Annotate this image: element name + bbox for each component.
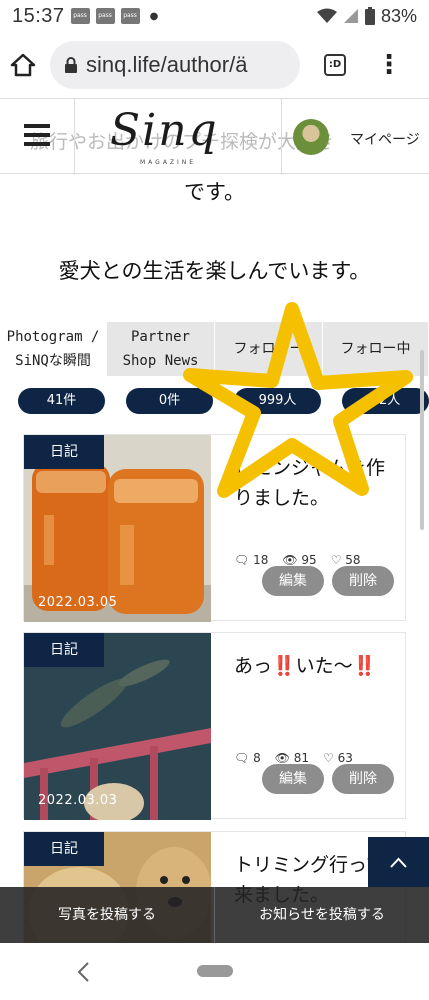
more-notifications-dot-icon: ● bbox=[149, 10, 159, 22]
page-scrollbar[interactable] bbox=[420, 350, 424, 530]
status-bar: 15:37 pass pass pass ● 83% bbox=[0, 0, 429, 32]
edit-button[interactable]: 編集 bbox=[262, 566, 324, 596]
mypage-link[interactable]: マイページ bbox=[350, 129, 420, 149]
delete-button[interactable]: 削除 bbox=[332, 764, 394, 794]
lock-icon bbox=[65, 57, 77, 73]
site-header: 旅行やお出かけのプチ探検が大好き Sinq MAGAZINE マイページ bbox=[0, 98, 429, 175]
system-nav-bar bbox=[0, 943, 429, 1000]
view-count: 81 bbox=[293, 751, 310, 765]
back-icon[interactable] bbox=[76, 961, 92, 983]
home-icon[interactable] bbox=[10, 53, 36, 77]
post-category-badge: 日記 bbox=[24, 832, 104, 866]
status-time: 15:37 bbox=[12, 4, 65, 27]
comment-icon: 🗨 bbox=[234, 751, 250, 765]
profile-text-line1: です。 bbox=[184, 180, 245, 204]
tab-label: SiNQな瞬間 bbox=[15, 353, 91, 369]
tab-label: Photogram / bbox=[6, 329, 100, 345]
comment-count: 18 bbox=[253, 553, 269, 567]
post-stats: 🗨 8 👁 81 ♡ 63 bbox=[234, 751, 353, 765]
home-pill-icon[interactable] bbox=[197, 965, 233, 977]
pass-notification-icon: pass bbox=[120, 8, 140, 24]
battery-icon bbox=[364, 7, 375, 25]
delete-button[interactable]: 削除 bbox=[332, 566, 394, 596]
count-badge: 41件 bbox=[18, 388, 105, 414]
post-stats: 🗨 18 👁 95 ♡ 58 bbox=[234, 553, 361, 567]
back-to-top-button[interactable] bbox=[368, 837, 429, 887]
post-category-badge: 日記 bbox=[24, 435, 104, 469]
chevron-up-icon bbox=[390, 857, 407, 868]
post-photo-button[interactable]: 写真を投稿する bbox=[0, 887, 214, 943]
post-card[interactable]: 日記 2022.03.03 あっ‼️いた〜‼️ 🗨 8 👁 81 ♡ 63 編集… bbox=[23, 632, 406, 820]
like-count: 63 bbox=[337, 751, 353, 765]
site-logo[interactable]: Sinq bbox=[110, 105, 219, 156]
battery-percent: 83% bbox=[380, 5, 417, 26]
site-logo-subtitle: MAGAZINE bbox=[140, 159, 197, 166]
edit-button[interactable]: 編集 bbox=[262, 764, 324, 794]
post-thumbnail: 日記 2022.03.03 bbox=[24, 633, 211, 820]
post-date: 2022.03.05 bbox=[38, 595, 118, 610]
eye-icon: 👁 bbox=[282, 553, 298, 567]
user-avatar[interactable] bbox=[293, 119, 329, 155]
url-field[interactable]: sinq.life/author/ä bbox=[50, 41, 300, 89]
post-date: 2022.03.03 bbox=[38, 793, 118, 808]
eye-icon: 👁 bbox=[274, 751, 290, 765]
heart-icon: ♡ bbox=[323, 751, 334, 765]
comment-count: 8 bbox=[253, 751, 261, 765]
post-news-button[interactable]: お知らせを投稿する bbox=[214, 887, 429, 943]
bottom-action-bar: 写真を投稿する お知らせを投稿する bbox=[0, 887, 429, 943]
profile-text-line2: 愛犬との生活を楽しんでいます。 bbox=[58, 259, 371, 283]
view-count: 95 bbox=[301, 553, 317, 567]
browser-menu-icon[interactable]: ⋮ bbox=[376, 52, 402, 78]
pass-notification-icon: pass bbox=[70, 8, 90, 24]
wifi-icon bbox=[316, 8, 337, 23]
hamburger-menu-icon[interactable] bbox=[24, 124, 50, 146]
star-annotation bbox=[180, 295, 420, 510]
tab-photogram[interactable]: Photogram / SiNQな瞬間 bbox=[0, 322, 107, 376]
pass-notification-icon: pass bbox=[95, 8, 115, 24]
signal-icon bbox=[343, 9, 358, 23]
comment-icon: 🗨 bbox=[234, 553, 250, 567]
heart-icon: ♡ bbox=[330, 553, 342, 567]
like-count: 58 bbox=[345, 553, 361, 567]
post-title[interactable]: あっ‼️いた〜‼️ bbox=[234, 651, 399, 681]
browser-toolbar: sinq.life/author/ä :D ⋮ bbox=[0, 32, 429, 98]
tab-switcher-button[interactable]: :D bbox=[324, 54, 346, 76]
url-text: sinq.life/author/ä bbox=[86, 52, 248, 77]
post-category-badge: 日記 bbox=[24, 633, 104, 667]
